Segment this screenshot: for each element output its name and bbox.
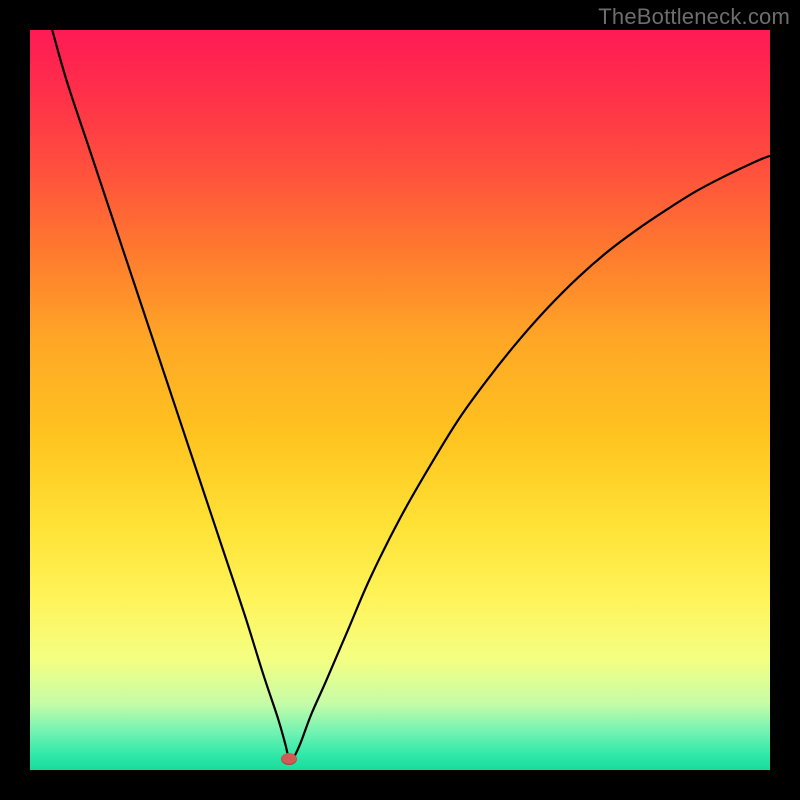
bottleneck-curve: [52, 30, 770, 761]
plot-area: [30, 30, 770, 770]
watermark-text: TheBottleneck.com: [598, 4, 790, 30]
curve-svg: [30, 30, 770, 770]
optimum-marker: [281, 753, 297, 765]
chart-canvas: TheBottleneck.com: [0, 0, 800, 800]
